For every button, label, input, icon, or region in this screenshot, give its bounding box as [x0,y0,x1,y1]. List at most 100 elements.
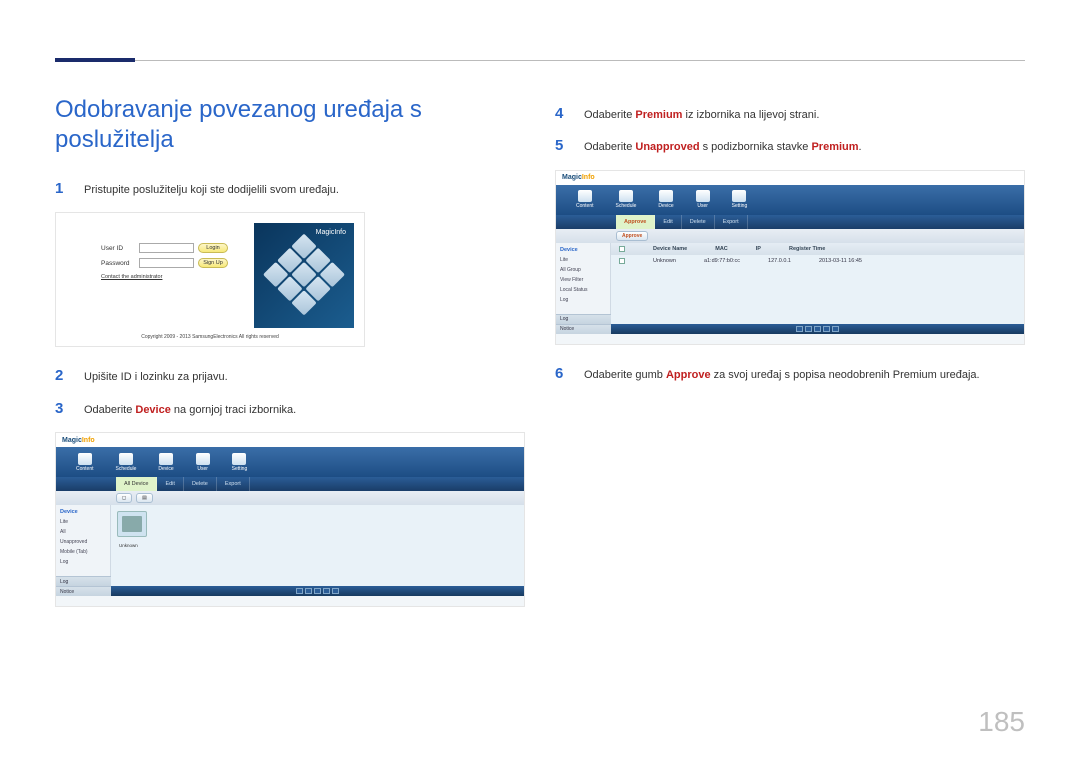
approve-button[interactable]: Approve [616,231,648,241]
step-4: 4 Odaberite Premium iz izbornika na lije… [555,105,1025,123]
app-subtabs: Approve Edit Delete Export [556,215,1024,229]
app-sidebar: Device Lite All Group View Filter Local … [556,243,611,334]
accent-bar [55,58,135,62]
step-text: Odaberite Device na gornjoj traci izborn… [84,403,525,418]
pager-btn[interactable] [323,588,330,594]
pager-btn[interactable] [332,588,339,594]
login-button[interactable]: Login [198,243,228,253]
tab-edit[interactable]: Edit [157,477,183,491]
tab-all-device[interactable]: All Device [116,477,157,491]
right-column: 4 Odaberite Premium iz izbornika na lije… [555,95,1025,627]
pager-btn[interactable] [796,326,803,332]
login-user-input[interactable] [139,243,194,253]
app-pager [111,586,524,596]
sidebar-item[interactable]: Device [60,509,106,515]
left-column: Odobravanje povezanog uređaja s poslužit… [55,95,525,627]
app-subtabs: All Device Edit Delete Export [56,477,524,491]
step-6: 6 Odaberite gumb Approve za svoj uređaj … [555,365,1025,383]
sidebar-item[interactable]: Unapproved [60,539,106,545]
brand-text: MagicInfo [316,229,346,236]
sidebar-item[interactable]: Lite [560,257,606,263]
contact-admin-link[interactable]: Contact the administrator [101,274,251,280]
sidebar-item[interactable]: All [60,529,106,535]
pager-btn[interactable] [805,326,812,332]
sidebar-item[interactable]: Log [560,297,606,303]
screenshot-login: User ID Login Password Sign Up Contact t… [55,212,365,347]
step-text: Pristupite poslužitelju koji ste dodijel… [84,183,525,198]
page-number: 185 [978,706,1025,738]
menu-content[interactable]: Content [576,190,594,209]
signup-button[interactable]: Sign Up [198,258,228,268]
brand-diamond-icon [262,233,347,318]
login-pass-label: Password [101,260,135,267]
tab-export[interactable]: Export [217,477,250,491]
step-number: 6 [555,365,569,382]
pager-btn[interactable] [814,326,821,332]
menu-user[interactable]: User [196,453,210,472]
sidebar-item[interactable]: Mobile (Tab) [60,549,106,555]
app-sidebar: Device Lite All Unapproved Mobile (Tab) … [56,505,111,596]
pager-btn[interactable] [832,326,839,332]
sidebar-item[interactable]: All Group [560,267,606,273]
menu-content[interactable]: Content [76,453,94,472]
app-logo: MagicInfo [62,437,95,444]
menu-setting[interactable]: Setting [732,190,748,209]
sidebar-item[interactable]: Lite [60,519,106,525]
sidebar-foot[interactable]: Notice [556,324,611,334]
screenshot-device-grid: MagicInfo Content Schedule Device User S… [55,432,525,607]
sidebar-item[interactable]: Local Status [560,287,606,293]
step-1: 1 Pristupite poslužitelju koji ste dodij… [55,180,525,198]
sidebar-item[interactable]: Device [560,247,606,253]
login-pass-input[interactable] [139,258,194,268]
list-row[interactable]: Unknown a1:d9:77:b0:cc 127.0.0.1 2013-03… [611,255,1024,267]
step-text: Upišite ID i lozinku za prijavu. [84,370,525,385]
app-pager [611,324,1024,334]
pager-btn[interactable] [314,588,321,594]
tab-delete[interactable]: Delete [184,477,217,491]
tab-export[interactable]: Export [715,215,748,229]
app-toolbar: ◻ ▤ [56,491,524,505]
list-header: Device Name MAC IP Register Time [611,243,1024,255]
menu-device[interactable]: Device [658,190,673,209]
app-menubar: Content Schedule Device User Setting [56,447,524,477]
menu-schedule[interactable]: Schedule [616,190,637,209]
tab-delete[interactable]: Delete [682,215,715,229]
step-number: 5 [555,137,569,154]
device-thumbnail[interactable] [117,511,147,537]
sidebar-foot[interactable]: Log [556,314,611,324]
step-text: Odaberite gumb Approve za svoj uređaj s … [584,368,1025,383]
sidebar-item[interactable]: View Filter [560,277,606,283]
login-brand-panel: MagicInfo [254,223,354,328]
menu-schedule[interactable]: Schedule [116,453,137,472]
step-number: 3 [55,400,69,417]
tab-edit[interactable]: Edit [655,215,681,229]
tab-approve[interactable]: Approve [616,215,655,229]
login-user-label: User ID [101,245,135,252]
pager-btn[interactable] [305,588,312,594]
app-toolbar: Approve [556,229,1024,243]
step-3: 3 Odaberite Device na gornjoj traci izbo… [55,400,525,418]
sidebar-foot[interactable]: Log [56,576,111,586]
step-number: 1 [55,180,69,197]
step-5: 5 Odaberite Unapproved s podizbornika st… [555,137,1025,155]
menu-device[interactable]: Device [158,453,173,472]
checkbox[interactable] [619,258,625,264]
screenshot-unapproved-list: MagicInfo Content Schedule Device User S… [555,170,1025,345]
app-menubar: Content Schedule Device User Setting [556,185,1024,215]
step-number: 2 [55,367,69,384]
checkbox[interactable] [619,246,625,252]
app-logo: MagicInfo [562,174,595,181]
menu-setting[interactable]: Setting [232,453,248,472]
sidebar-foot[interactable]: Notice [56,586,111,596]
page-title: Odobravanje povezanog uređaja s poslužit… [55,95,525,155]
step-2: 2 Upišite ID i lozinku za prijavu. [55,367,525,385]
menu-user[interactable]: User [696,190,710,209]
app-main: Unknown [111,505,524,596]
tool-segment[interactable]: ◻ [116,493,132,503]
step-text: Odaberite Unapproved s podizbornika stav… [584,140,1025,155]
sidebar-item[interactable]: Log [60,559,106,565]
app-main: Device Name MAC IP Register Time Unknown… [611,243,1024,334]
tool-segment[interactable]: ▤ [136,493,153,503]
pager-btn[interactable] [296,588,303,594]
pager-btn[interactable] [823,326,830,332]
